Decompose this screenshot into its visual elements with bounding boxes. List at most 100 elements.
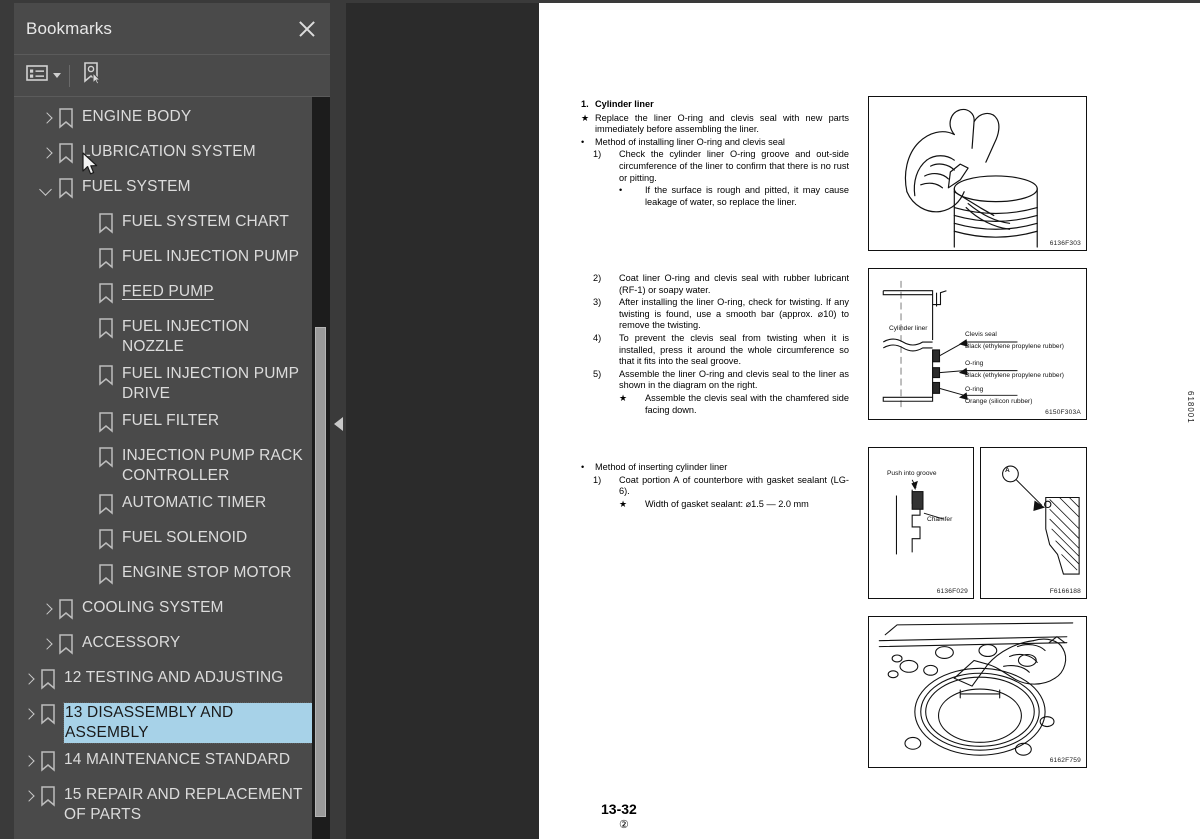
figure-id: 6136F029 xyxy=(936,588,968,595)
bookmarks-panel-header: Bookmarks xyxy=(14,3,330,55)
paragraph-text: Method of inserting cylinder liner xyxy=(595,462,728,472)
bullet-star-icon: ★ xyxy=(619,392,628,403)
bookmark-item-label: COOLING SYSTEM xyxy=(82,599,224,616)
bookmark-tree-item[interactable]: FUEL SYSTEM xyxy=(14,173,330,208)
new-bookmark-button[interactable] xyxy=(80,61,104,90)
list-marker: 2) xyxy=(593,273,602,283)
text-block-inserting-liner: • Method of inserting cylinder liner 1) … xyxy=(581,462,849,510)
bookmark-tree-item[interactable]: 12 TESTING AND ADJUSTING xyxy=(14,664,330,699)
figure-illustration xyxy=(1002,465,1080,575)
figure-illustration xyxy=(878,622,1074,756)
paragraph-text: Check the cylinder liner O-ring groove a… xyxy=(619,149,849,183)
figure-label: Clevis seal xyxy=(965,331,997,338)
twisty-placeholder xyxy=(76,249,98,271)
bookmark-icon xyxy=(98,248,122,270)
list-marker: 3) xyxy=(593,297,602,308)
bookmark-icon xyxy=(98,283,122,305)
twisty-placeholder xyxy=(76,366,98,388)
bookmark-tree-item[interactable]: FUEL INJECTION NOZZLE xyxy=(14,313,330,360)
bookmark-tree-item[interactable]: 13 DISASSEMBLY AND ASSEMBLY xyxy=(14,699,330,746)
paragraph-text: If the surface is rough and pitted, it m… xyxy=(645,185,849,207)
bookmark-tree-item[interactable]: FUEL SYSTEM CHART xyxy=(14,208,330,243)
toolbar-divider xyxy=(69,64,70,87)
bookmark-icon xyxy=(98,564,122,586)
collapse-left-arrow-icon xyxy=(334,417,343,431)
bookmark-icon xyxy=(58,599,82,621)
text-block-cylinder-liner: 1. Cylinder liner ★ Replace the liner O-… xyxy=(581,99,849,208)
chevron-right-icon[interactable] xyxy=(18,705,40,727)
bookmark-tree-item[interactable]: 14 MAINTENANCE STANDARD xyxy=(14,746,330,781)
figure-label: Black (ethylene propylene rubber) xyxy=(965,343,1064,350)
list-marker: 1) xyxy=(593,149,602,160)
sidebar-collapse-handle[interactable] xyxy=(330,0,346,839)
paragraph-text: Width of gasket sealant: ⌀1.5 — 2.0 mm xyxy=(645,498,809,509)
figure-liner-cross-section: Cylinder liner Clevis seal Black (ethyle… xyxy=(868,268,1087,420)
bookmark-tree-item[interactable]: LUBRICATION SYSTEM xyxy=(14,138,330,173)
bookmark-tree-item[interactable]: FUEL INJECTION PUMP DRIVE xyxy=(14,360,330,407)
bookmark-tree-item[interactable]: ENGINE STOP MOTOR xyxy=(14,559,330,594)
figure-portion-a-detail: A F6166188 xyxy=(980,447,1087,599)
bookmarks-tree[interactable]: ENGINE BODY LUBRICATION SYSTEM FUEL SYSTEM… xyxy=(14,97,330,839)
heading-text: Cylinder liner xyxy=(595,99,654,109)
figure-label: O-ring xyxy=(965,386,984,393)
bookmark-icon xyxy=(98,412,122,434)
paragraph-text: Method of installing liner O-ring and cl… xyxy=(595,136,785,147)
chevron-right-icon[interactable] xyxy=(18,670,40,692)
bullet-dot-icon: • xyxy=(581,136,585,147)
paragraph-text: Replace the liner O-ring and clevis seal… xyxy=(595,112,849,135)
bookmark-item-label: FUEL INJECTION PUMP xyxy=(122,248,300,265)
chevron-right-icon[interactable] xyxy=(18,752,40,774)
bookmark-tree-item[interactable]: FUEL SOLENOID xyxy=(14,524,330,559)
twisty-placeholder xyxy=(76,495,98,517)
bookmark-tree-item[interactable]: 15 REPAIR AND REPLACEMENT OF PARTS xyxy=(14,781,330,828)
bookmark-tree-item[interactable]: AUTOMATIC TIMER xyxy=(14,489,330,524)
figure-label: Orange (silicon rubber) xyxy=(965,398,1033,405)
bookmark-tree-item[interactable]: INJECTION PUMP RACK CONTROLLER xyxy=(14,442,330,489)
bookmark-icon xyxy=(40,704,64,726)
chevron-down-icon[interactable] xyxy=(36,179,58,201)
bookmark-icon xyxy=(40,786,64,808)
bookmark-item-label: ACCESSORY xyxy=(82,634,181,651)
figure-id: 6162F759 xyxy=(1049,757,1081,764)
paragraph-text: Coat portion A of counterbore with gaske… xyxy=(619,474,849,497)
paragraph-text: Assemble the liner O-ring and clevis sea… xyxy=(619,368,849,391)
bookmark-tree-item[interactable]: ENGINE BODY xyxy=(14,103,330,138)
bookmarks-scrollbar[interactable] xyxy=(312,97,330,839)
bookmark-tree-item[interactable]: COOLING SYSTEM xyxy=(14,594,330,629)
bookmark-item-label: FUEL INJECTION NOZZLE xyxy=(122,318,250,355)
chevron-right-icon[interactable] xyxy=(18,787,40,809)
figure-illustration xyxy=(904,108,1038,248)
paragraph-text: After installing the liner O-ring, check… xyxy=(619,297,849,331)
bookmark-item-label: LUBRICATION SYSTEM xyxy=(82,143,256,160)
bookmark-icon xyxy=(58,108,82,130)
bookmark-item-label: 14 MAINTENANCE STANDARD xyxy=(64,751,291,768)
bookmark-options-button[interactable] xyxy=(26,64,61,87)
bookmark-icon xyxy=(58,143,82,165)
chevron-right-icon[interactable] xyxy=(36,635,58,657)
close-icon[interactable] xyxy=(294,16,320,42)
figure-hand-applying-sealant: 6162F759 xyxy=(868,616,1087,768)
bookmark-tree-item[interactable]: FUEL INJECTION PUMP xyxy=(14,243,330,278)
twisty-placeholder xyxy=(76,530,98,552)
bookmark-item-label: FUEL FILTER xyxy=(122,412,220,429)
bookmark-item-label: INJECTION PUMP RACK CONTROLLER xyxy=(122,447,303,484)
bookmark-tree-item[interactable]: FUEL FILTER xyxy=(14,407,330,442)
figure-push-into-groove: Push into groove Chamfer 6136F029 xyxy=(868,447,974,599)
twisty-placeholder xyxy=(76,319,98,341)
bookmark-tree-item[interactable]: ACCESSORY xyxy=(14,629,330,664)
bullet-star-icon: ★ xyxy=(619,498,628,509)
document-viewer[interactable]: 1. Cylinder liner ★ Replace the liner O-… xyxy=(346,0,1200,839)
document-side-code: 618001 xyxy=(1186,391,1195,424)
chevron-right-icon[interactable] xyxy=(36,144,58,166)
bookmarks-scrollbar-thumb[interactable] xyxy=(315,327,326,817)
chevron-right-icon[interactable] xyxy=(36,600,58,622)
paragraph-text: To prevent the clevis seal from twisting… xyxy=(619,332,849,367)
twisty-placeholder xyxy=(76,565,98,587)
bookmark-tree-item[interactable]: FEED PUMP xyxy=(14,278,330,313)
bookmark-item-label: FUEL INJECTION PUMP DRIVE xyxy=(122,365,299,402)
bookmark-icon xyxy=(58,178,82,200)
text-block-installation-steps: 2) Coat liner O-ring and clevis seal wit… xyxy=(581,273,849,416)
bookmark-item-label: FUEL SYSTEM CHART xyxy=(122,213,290,230)
bookmark-item-label: 15 REPAIR AND REPLACEMENT OF PARTS xyxy=(64,786,303,823)
chevron-right-icon[interactable] xyxy=(36,109,58,131)
